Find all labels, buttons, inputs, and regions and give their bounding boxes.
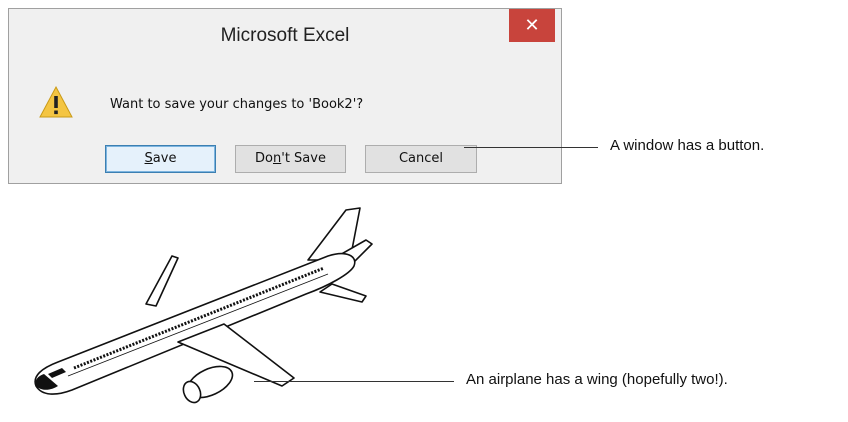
excel-dialog: Microsoft Excel ✕ Want to save your chan…: [8, 8, 562, 184]
save-button[interactable]: Save: [105, 145, 216, 173]
save-mnemonic: S: [144, 151, 153, 166]
dont-save-label-prefix: Do: [255, 151, 273, 166]
warning-icon: [39, 85, 73, 118]
button-row: Save Don't Save Cancel: [16, 133, 554, 183]
button-pointer-line: [464, 147, 598, 148]
dont-save-button[interactable]: Don't Save: [235, 145, 346, 173]
button-annotation: A window has a button.: [610, 137, 765, 154]
message-area: Want to save your changes to 'Book2'?: [16, 61, 554, 133]
wing-pointer-line: [254, 381, 454, 382]
cancel-label: Cancel: [398, 151, 444, 166]
dialog-message: Want to save your changes to 'Book2'?: [110, 97, 364, 112]
title-bar[interactable]: Microsoft Excel ✕: [9, 9, 561, 61]
cancel-button[interactable]: Cancel: [365, 145, 477, 173]
dialog-title: Microsoft Excel: [220, 25, 350, 46]
wing-annotation: An airplane has a wing (hopefully two!).: [466, 371, 728, 388]
dont-save-mnemonic: n: [273, 151, 282, 166]
close-icon: ✕: [524, 15, 540, 36]
dont-save-label-rest: 't Save: [281, 151, 326, 166]
dialog-body: Want to save your changes to 'Book2'? Sa…: [16, 61, 554, 183]
save-label-rest: ave: [152, 151, 177, 166]
close-button[interactable]: ✕: [509, 9, 555, 42]
